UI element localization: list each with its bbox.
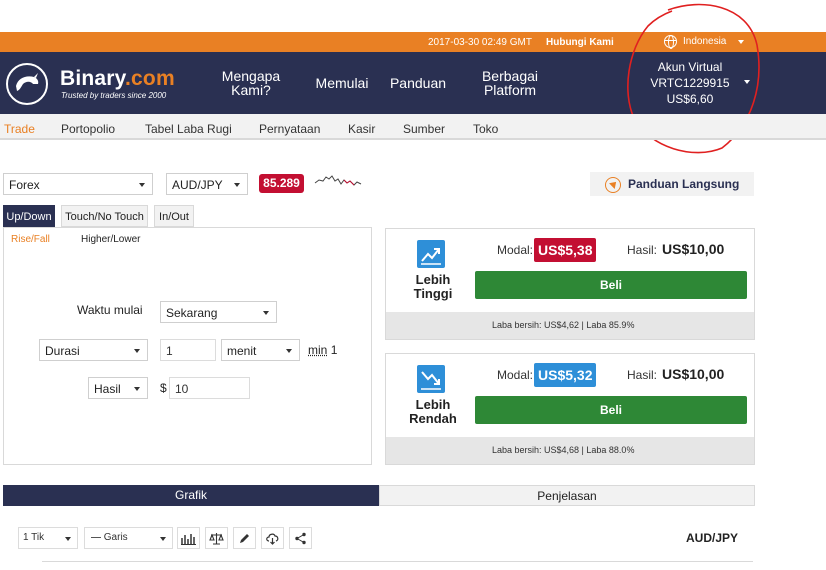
live-guide-label: Panduan Langsung xyxy=(628,177,740,191)
start-time-value: Sekarang xyxy=(166,306,218,320)
chevron-down-icon xyxy=(134,349,140,353)
market-category-value: Forex xyxy=(9,178,40,192)
net-profit-info: Laba bersih: US$4,68 | Laba 88.0% xyxy=(386,437,754,464)
buy-higher-button[interactable]: Beli xyxy=(475,271,747,299)
duration-type-value: Durasi xyxy=(45,344,80,358)
start-time-select[interactable]: Sekarang xyxy=(160,301,277,323)
contract-lower: Lebih Rendah Modal: US$5,32 Hasil: US$10… xyxy=(385,353,755,465)
stake-badge: US$5,32 xyxy=(534,363,597,387)
tab-explanation[interactable]: Penjelasan xyxy=(379,485,755,506)
chevron-down-icon xyxy=(65,537,71,541)
min-duration-hint: min 1 xyxy=(308,343,337,357)
payout-label: Hasil: xyxy=(627,368,658,382)
subtab-higher-lower[interactable]: Higher/Lower xyxy=(81,234,140,245)
interval-value: 1 Tik xyxy=(23,532,45,543)
download-cloud-icon[interactable] xyxy=(261,527,284,549)
trend-up-icon xyxy=(417,240,445,268)
chart-divider xyxy=(42,561,753,562)
tab-up-down[interactable]: Up/Down xyxy=(3,205,55,227)
payout-value: US$10,00 xyxy=(662,366,725,382)
share-icon[interactable] xyxy=(289,527,312,549)
stake-label: Modal: xyxy=(497,243,534,257)
duration-input[interactable]: 1 xyxy=(160,339,216,361)
payout-type-value: Hasil xyxy=(94,382,121,396)
chart-type-value: Garis xyxy=(103,532,128,543)
live-guide-button[interactable]: Panduan Langsung xyxy=(590,172,754,196)
net-profit-info: Laba bersih: US$4,62 | Laba 85.9% xyxy=(386,312,754,339)
tab-chart[interactable]: Grafik xyxy=(3,485,379,506)
menu-cashier[interactable]: Kasir xyxy=(348,122,375,136)
tab-in-out[interactable]: In/Out xyxy=(154,205,194,227)
sub-menu: Trade Portopolio Tabel Laba Rugi Pernyat… xyxy=(0,114,826,140)
navigation-arrow-icon xyxy=(605,177,621,193)
menu-trade[interactable]: Trade xyxy=(4,122,35,136)
market-category-select[interactable]: Forex xyxy=(3,173,153,195)
trend-down-icon xyxy=(417,365,445,393)
chevron-down-icon xyxy=(160,537,166,541)
amount-input[interactable]: 10 xyxy=(169,377,250,399)
currency-symbol: $ xyxy=(160,381,167,395)
chevron-down-icon xyxy=(234,183,240,187)
payout-label: Hasil: xyxy=(627,243,658,257)
chevron-down-icon xyxy=(263,311,269,315)
chevron-down-icon xyxy=(139,183,145,187)
contract-higher: Lebih Tinggi Modal: US$5,38 Hasil: US$10… xyxy=(385,228,755,340)
menu-statement[interactable]: Pernyataan xyxy=(259,122,320,136)
interval-select[interactable]: 1 Tik xyxy=(18,527,78,549)
payout-value: US$10,00 xyxy=(662,241,725,257)
indicators-icon[interactable] xyxy=(177,527,200,549)
min-label: min xyxy=(308,343,328,357)
menu-portfolio[interactable]: Portopolio xyxy=(61,122,115,136)
duration-type-select[interactable]: Durasi xyxy=(39,339,148,361)
subtab-rise-fall[interactable]: Rise/Fall xyxy=(11,234,50,245)
stake-label: Modal: xyxy=(497,368,534,382)
chevron-down-icon xyxy=(286,349,292,353)
chevron-down-icon xyxy=(134,387,140,391)
min-value: 1 xyxy=(330,343,338,357)
menu-resources[interactable]: Sumber xyxy=(403,122,445,136)
spot-price-badge: 85.289 xyxy=(259,174,304,193)
payout-type-select[interactable]: Hasil xyxy=(88,377,148,399)
market-symbol-select[interactable]: AUD/JPY xyxy=(166,173,248,195)
stake-badge: US$5,38 xyxy=(534,238,597,262)
draw-pencil-icon[interactable] xyxy=(233,527,256,549)
start-time-label: Waktu mulai xyxy=(77,303,143,317)
duration-unit-select[interactable]: menit xyxy=(221,339,300,361)
tab-touch-no-touch[interactable]: Touch/No Touch xyxy=(61,205,148,227)
menu-profit-table[interactable]: Tabel Laba Rugi xyxy=(145,122,232,136)
chart-type-select[interactable]: Garis xyxy=(84,527,173,549)
contract-name: Lebih Tinggi xyxy=(413,272,453,301)
buy-lower-button[interactable]: Beli xyxy=(475,396,747,424)
sparkline-chart xyxy=(314,175,362,186)
market-symbol-value: AUD/JPY xyxy=(172,178,223,192)
contract-name: Lebih Rendah xyxy=(409,397,457,426)
line-icon xyxy=(91,536,101,538)
chart-pair-label: AUD/JPY xyxy=(686,531,739,545)
menu-shop[interactable]: Toko xyxy=(473,122,498,136)
duration-unit-value: menit xyxy=(227,344,257,358)
comparison-scale-icon[interactable] xyxy=(205,527,228,549)
